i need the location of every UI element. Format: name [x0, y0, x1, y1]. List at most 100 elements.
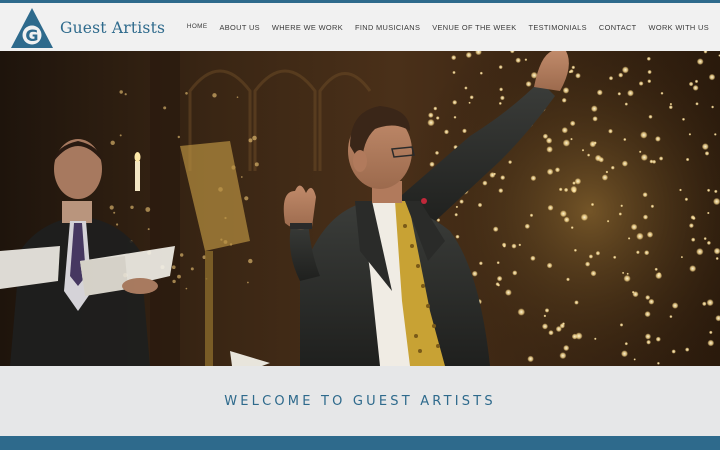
tree-light: [621, 66, 629, 74]
tree-light: [594, 154, 602, 162]
nav-testimonials[interactable]: TESTIMONIALS: [529, 23, 587, 32]
tree-light: [571, 65, 576, 70]
tree-light: [525, 81, 532, 87]
tree-light: [596, 89, 603, 96]
tree-light: [478, 261, 483, 266]
background-light: [177, 274, 181, 279]
tree-light: [706, 188, 711, 192]
nav-home[interactable]: HOME: [187, 23, 208, 32]
tree-light: [709, 330, 713, 335]
tree-light: [562, 322, 565, 326]
tree-light: [706, 299, 714, 307]
tree-light: [544, 308, 550, 313]
tree-light: [627, 237, 631, 240]
tree-light: [618, 72, 624, 78]
background-light: [254, 162, 259, 167]
tree-light: [502, 244, 506, 248]
tree-light: [530, 175, 537, 182]
tree-light: [648, 114, 653, 119]
brand-name: Guest Artists: [60, 19, 166, 37]
tree-light: [529, 213, 534, 218]
background-light: [244, 196, 249, 201]
tree-light: [570, 137, 573, 141]
tree-light: [482, 180, 488, 186]
tree-light: [644, 333, 652, 340]
tree-light: [465, 51, 472, 59]
tree-light: [541, 323, 549, 330]
tree-light: [623, 137, 627, 142]
tree-light: [561, 127, 568, 134]
background-light: [177, 135, 180, 139]
tree-light: [621, 271, 625, 275]
tree-light: [444, 129, 449, 135]
bottom-band: [0, 436, 720, 450]
tree-light: [517, 308, 526, 316]
tree-light: [624, 102, 628, 106]
background-light: [119, 134, 122, 137]
tree-light: [505, 289, 512, 296]
tree-light: [587, 153, 591, 157]
tree-light: [562, 139, 571, 147]
tree-light: [621, 160, 629, 167]
nav-about-us[interactable]: ABOUT US: [219, 23, 259, 32]
tree-light: [555, 325, 562, 333]
tree-light: [627, 89, 634, 97]
tree-light: [590, 270, 597, 277]
tree-light: [452, 70, 456, 75]
tree-light: [669, 102, 673, 106]
tree-light: [585, 261, 591, 267]
tree-light: [679, 188, 682, 192]
background-light: [109, 205, 114, 210]
triangle-g-logo-icon: G: [11, 8, 53, 48]
tree-light: [568, 70, 572, 74]
tree-light: [655, 336, 661, 342]
tree-light: [701, 143, 709, 151]
tree-light: [688, 223, 694, 229]
tree-light: [620, 204, 624, 208]
tree-light: [496, 275, 503, 282]
tree-light: [654, 267, 658, 271]
background-light: [212, 93, 217, 98]
nav-where-we-work[interactable]: WHERE WE WORK: [272, 23, 343, 32]
tree-light: [623, 274, 631, 283]
tree-light: [524, 58, 528, 62]
nav-contact[interactable]: CONTACT: [599, 23, 637, 32]
nav-find-musicians[interactable]: FIND MUSICIANS: [355, 23, 420, 32]
background-light: [163, 106, 167, 110]
tree-light: [695, 102, 699, 106]
nav-work-with-us[interactable]: WORK WITH US: [649, 23, 709, 32]
tree-light: [569, 120, 576, 127]
nav-venue-of-the-week[interactable]: VENUE OF THE WEEK: [432, 23, 516, 32]
tree-light: [580, 213, 589, 221]
tree-light: [671, 349, 676, 354]
tree-light: [542, 133, 549, 139]
tree-light: [644, 311, 651, 318]
tree-light: [691, 237, 696, 242]
tree-light: [642, 192, 648, 198]
tree-light: [508, 160, 513, 165]
tree-light: [548, 330, 554, 336]
background-light: [172, 265, 176, 269]
tree-light: [573, 248, 578, 252]
background-light: [145, 207, 151, 212]
background-light: [124, 93, 127, 96]
background-light: [240, 176, 243, 178]
hero-image: [0, 51, 720, 366]
background-light: [190, 267, 194, 271]
tree-light: [638, 81, 644, 86]
tree-light: [566, 277, 570, 282]
tree-light: [601, 174, 609, 181]
tree-light: [454, 212, 459, 217]
tree-light: [469, 95, 474, 100]
background-light: [247, 281, 249, 284]
tree-light: [592, 116, 598, 122]
tree-light: [462, 128, 467, 134]
tree-light: [708, 73, 716, 81]
tree-light: [647, 79, 652, 84]
tree-light: [588, 254, 594, 259]
tree-light: [714, 189, 718, 194]
tree-light: [495, 282, 500, 287]
tree-light: [561, 97, 567, 103]
site-logo-link[interactable]: G Guest Artists: [10, 7, 170, 49]
tree-light: [435, 116, 440, 120]
